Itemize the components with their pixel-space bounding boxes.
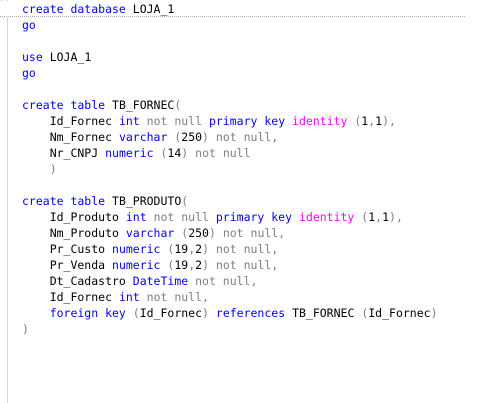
code-token: ), <box>382 114 396 128</box>
code-token: Pr_Custo <box>22 242 113 256</box>
code-token: create database <box>22 2 133 16</box>
code-token: int <box>125 210 154 224</box>
code-token: ) <box>22 322 29 336</box>
code-token: go <box>22 18 36 32</box>
code-token: identity <box>298 210 362 224</box>
code-token: 1 <box>382 210 390 224</box>
code-token: int <box>118 114 147 128</box>
code-line[interactable]: foreign key (Id_Fornec) references TB_FO… <box>22 305 465 321</box>
code-line[interactable]: create table TB_FORNEC( <box>22 97 465 113</box>
code-line[interactable]: go <box>22 17 465 33</box>
code-token: varchar <box>125 226 182 240</box>
code-token: ) <box>202 258 216 272</box>
code-line[interactable]: Pr_Venda numeric (19,2) not null, <box>22 257 465 273</box>
code-line[interactable]: Nr_CNPJ numeric (14) not null <box>22 145 465 161</box>
code-token: Dt_Cadastro <box>22 274 133 288</box>
code-token: 250 <box>181 130 203 144</box>
code-token: ) <box>202 242 216 256</box>
code-token: 14 <box>167 146 182 160</box>
code-token: create table <box>22 194 113 208</box>
code-token: create table <box>22 98 113 112</box>
code-token: not null, <box>215 258 279 272</box>
code-token: use <box>22 50 50 64</box>
code-token: primary key <box>215 210 299 224</box>
code-token: int <box>118 290 147 304</box>
code-token: not null <box>195 146 251 160</box>
code-token: ) <box>181 146 196 160</box>
code-line[interactable]: create table TB_PRODUTO( <box>22 193 465 209</box>
code-token: Id_Fornec <box>368 306 431 320</box>
code-token: LOJA_1 <box>132 2 175 16</box>
code-token: ) <box>208 226 223 240</box>
code-token: not null, <box>195 274 258 288</box>
code-line[interactable]: Pr_Custo numeric (19,2) not null, <box>22 241 465 257</box>
code-token: numeric <box>112 258 168 272</box>
code-line[interactable]: create database LOJA_1 <box>0 1 465 17</box>
code-line[interactable]: Dt_Cadastro DateTime not null, <box>22 273 465 289</box>
code-token: ) <box>202 306 216 320</box>
code-line[interactable]: Id_Fornec int not null primary key ident… <box>22 113 465 129</box>
code-line[interactable] <box>22 177 465 193</box>
code-token: ( <box>181 194 189 208</box>
code-token: TB_PRODUTO <box>112 194 182 208</box>
code-line[interactable] <box>22 81 465 97</box>
code-token: Id_Produto <box>22 210 126 224</box>
code-token: Id_Fornec <box>139 306 203 320</box>
code-token: Id_Fornec <box>22 114 119 128</box>
editor-gutter <box>0 0 8 403</box>
code-token: not null, <box>215 242 279 256</box>
code-token: Nm_Produto <box>22 226 126 240</box>
code-token: 250 <box>188 226 209 240</box>
code-token: Nm_Fornec <box>22 130 119 144</box>
code-token: Id_Fornec <box>22 290 119 304</box>
code-line[interactable]: ) <box>22 161 465 177</box>
code-line[interactable]: Nm_Fornec varchar (250) not null, <box>22 129 465 145</box>
code-token: 19 <box>174 258 189 272</box>
code-token: references <box>215 306 293 320</box>
code-line[interactable]: ) <box>22 321 465 337</box>
code-token: not null <box>146 114 209 128</box>
code-token: TB_FORNEC <box>292 306 362 320</box>
code-token: varchar <box>118 130 175 144</box>
code-token: not null, <box>215 130 279 144</box>
code-token: not null, <box>146 290 209 304</box>
code-token: TB_FORNEC <box>112 98 175 112</box>
code-token: ( <box>132 306 140 320</box>
code-token: DateTime <box>132 274 196 288</box>
code-token: ), <box>389 210 403 224</box>
code-line[interactable]: Id_Produto int not null primary key iden… <box>22 209 465 225</box>
code-token: Nr_CNPJ <box>22 146 106 160</box>
code-line[interactable]: Nm_Produto varchar (250) not null, <box>22 225 465 241</box>
code-token: primary key <box>208 114 293 128</box>
code-token: Pr_Venda <box>22 258 113 272</box>
code-line[interactable] <box>22 33 465 49</box>
code-line[interactable]: go <box>22 65 465 81</box>
code-token: ) <box>430 306 438 320</box>
code-token: foreign key <box>22 306 133 320</box>
code-area[interactable]: create database LOJA_1 go use LOJA_1 go cr… <box>0 1 465 337</box>
code-token: numeric <box>112 242 168 256</box>
code-token: not null <box>153 210 216 224</box>
code-token: LOJA_1 <box>49 50 92 64</box>
code-line[interactable]: Id_Fornec int not null, <box>22 289 465 305</box>
sql-editor[interactable]: create database LOJA_1 go use LOJA_1 go cr… <box>0 0 487 403</box>
code-token: 19 <box>174 242 189 256</box>
code-token: ( <box>174 98 182 112</box>
code-token: ) <box>22 162 57 176</box>
code-token: identity <box>292 114 355 128</box>
code-token: numeric <box>105 146 161 160</box>
code-token: go <box>22 66 36 80</box>
code-token: not null, <box>222 226 286 240</box>
code-token: ) <box>202 130 216 144</box>
code-line[interactable]: use LOJA_1 <box>22 49 465 65</box>
